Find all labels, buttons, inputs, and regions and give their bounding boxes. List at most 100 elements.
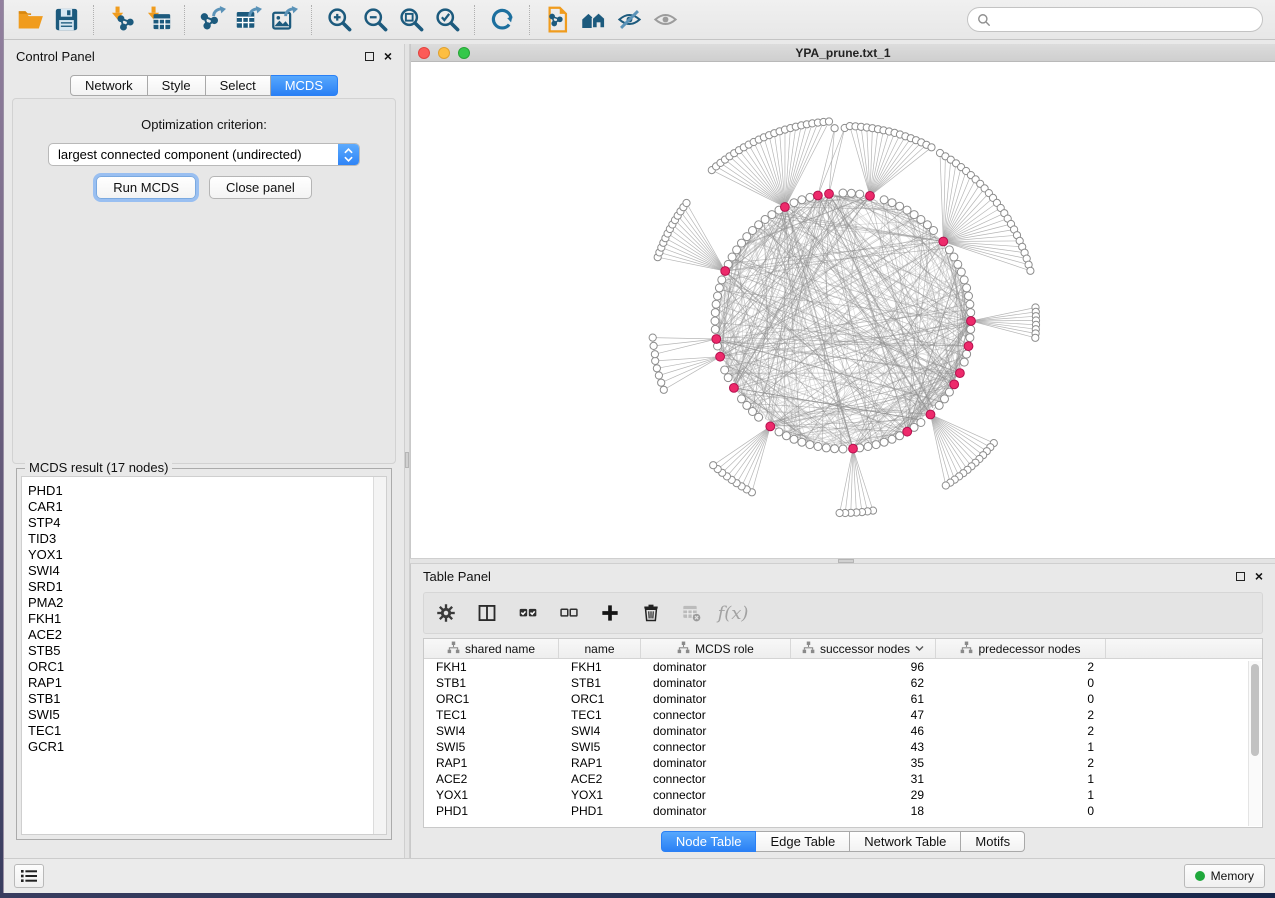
zoom-out-button[interactable] bbox=[357, 3, 393, 37]
column-header-shared-name[interactable]: shared name bbox=[424, 639, 559, 658]
optimization-criterion-select[interactable]: largest connected component (undirected) bbox=[48, 143, 360, 166]
table-row[interactable]: YOX1YOX1connector291 bbox=[424, 787, 1262, 803]
close-panel-icon[interactable]: × bbox=[1255, 572, 1263, 581]
table-cell[interactable]: dominator bbox=[641, 660, 791, 674]
mcds-result-item[interactable]: PMA2 bbox=[28, 595, 386, 611]
table-row[interactable]: ORC1ORC1dominator610 bbox=[424, 691, 1262, 707]
table-cell[interactable]: 35 bbox=[791, 756, 936, 770]
table-cell[interactable]: 0 bbox=[936, 676, 1106, 690]
deselect-all-rows-button[interactable] bbox=[557, 601, 581, 625]
table-cell[interactable]: TEC1 bbox=[559, 708, 641, 722]
table-cell[interactable]: 47 bbox=[791, 708, 936, 722]
table-cell[interactable]: PHD1 bbox=[559, 804, 641, 818]
table-row[interactable]: RAP1RAP1dominator352 bbox=[424, 755, 1262, 771]
mcds-result-item[interactable]: TEC1 bbox=[28, 723, 386, 739]
table-scrollbar-thumb[interactable] bbox=[1251, 664, 1259, 756]
search-box[interactable] bbox=[967, 7, 1263, 32]
table-cell[interactable]: 46 bbox=[791, 724, 936, 738]
mcds-result-item[interactable]: CAR1 bbox=[28, 499, 386, 515]
mcds-result-item[interactable]: STP4 bbox=[28, 515, 386, 531]
zoom-in-button[interactable] bbox=[321, 3, 357, 37]
run-mcds-button[interactable]: Run MCDS bbox=[96, 176, 196, 199]
export-table-button[interactable] bbox=[230, 3, 266, 37]
splitter-grip[interactable] bbox=[405, 452, 409, 468]
delete-row-button[interactable] bbox=[639, 601, 663, 625]
mcds-result-list[interactable]: PHD1CAR1STP4TID3YOX1SWI4SRD1PMA2FKH1ACE2… bbox=[21, 476, 387, 835]
table-cell[interactable]: dominator bbox=[641, 756, 791, 770]
zoom-fit-button[interactable] bbox=[393, 3, 429, 37]
open-file-button[interactable] bbox=[12, 3, 48, 37]
table-row[interactable]: SWI4SWI4dominator462 bbox=[424, 723, 1262, 739]
table-cell[interactable]: TEC1 bbox=[424, 708, 559, 722]
add-row-button[interactable] bbox=[598, 601, 622, 625]
mcds-result-item[interactable]: YOX1 bbox=[28, 547, 386, 563]
tab-motifs[interactable]: Motifs bbox=[961, 831, 1025, 852]
import-network-button[interactable] bbox=[103, 3, 139, 37]
show-all-button[interactable] bbox=[647, 3, 683, 37]
table-cell[interactable]: SWI4 bbox=[559, 724, 641, 738]
network-canvas[interactable] bbox=[411, 62, 1275, 558]
column-header-predecessor-nodes[interactable]: predecessor nodes bbox=[936, 639, 1106, 658]
table-cell[interactable]: 1 bbox=[936, 740, 1106, 754]
table-cell[interactable]: 29 bbox=[791, 788, 936, 802]
table-cell[interactable]: SWI4 bbox=[424, 724, 559, 738]
mcds-result-item[interactable]: SRD1 bbox=[28, 579, 386, 595]
table-cell[interactable]: 1 bbox=[936, 788, 1106, 802]
hide-selected-button[interactable] bbox=[611, 3, 647, 37]
zoom-selected-button[interactable] bbox=[429, 3, 465, 37]
table-cell[interactable]: dominator bbox=[641, 724, 791, 738]
table-cell[interactable]: 0 bbox=[936, 804, 1106, 818]
mcds-result-item[interactable]: TID3 bbox=[28, 531, 386, 547]
table-cell[interactable]: RAP1 bbox=[424, 756, 559, 770]
mcds-result-item[interactable]: SWI4 bbox=[28, 563, 386, 579]
table-cell[interactable]: 2 bbox=[936, 660, 1106, 674]
mcds-result-item[interactable]: ORC1 bbox=[28, 659, 386, 675]
tab-mcds[interactable]: MCDS bbox=[271, 75, 338, 96]
table-cell[interactable]: 1 bbox=[936, 772, 1106, 786]
result-list-scrollbar[interactable] bbox=[373, 477, 386, 834]
tab-style[interactable]: Style bbox=[148, 75, 206, 96]
table-cell[interactable]: ACE2 bbox=[559, 772, 641, 786]
table-cell[interactable]: 31 bbox=[791, 772, 936, 786]
mcds-result-item[interactable]: RAP1 bbox=[28, 675, 386, 691]
table-cell[interactable]: 2 bbox=[936, 756, 1106, 770]
table-cell[interactable]: 18 bbox=[791, 804, 936, 818]
mcds-result-item[interactable]: GCR1 bbox=[28, 739, 386, 755]
table-cell[interactable]: 96 bbox=[791, 660, 936, 674]
table-cell[interactable]: ORC1 bbox=[424, 692, 559, 706]
table-row[interactable]: PHD1PHD1dominator180 bbox=[424, 803, 1262, 819]
table-scrollbar[interactable] bbox=[1248, 661, 1261, 826]
column-header-name[interactable]: name bbox=[559, 639, 641, 658]
table-row[interactable]: FKH1FKH1dominator962 bbox=[424, 659, 1262, 675]
table-cell[interactable]: ACE2 bbox=[424, 772, 559, 786]
tab-network[interactable]: Network bbox=[70, 75, 148, 96]
close-panel-icon[interactable]: × bbox=[384, 52, 392, 61]
table-cell[interactable]: connector bbox=[641, 772, 791, 786]
table-cell[interactable]: connector bbox=[641, 788, 791, 802]
table-cell[interactable]: 62 bbox=[791, 676, 936, 690]
table-cell[interactable]: YOX1 bbox=[424, 788, 559, 802]
table-row[interactable]: TEC1TEC1connector472 bbox=[424, 707, 1262, 723]
close-panel-button[interactable]: Close panel bbox=[209, 176, 312, 199]
mcds-result-item[interactable]: STB1 bbox=[28, 691, 386, 707]
memory-button[interactable]: Memory bbox=[1184, 864, 1265, 888]
mcds-result-item[interactable]: PHD1 bbox=[28, 483, 386, 499]
table-row[interactable]: SWI5SWI5connector431 bbox=[424, 739, 1262, 755]
export-image-button[interactable] bbox=[266, 3, 302, 37]
table-cell[interactable]: STB1 bbox=[424, 676, 559, 690]
table-cell[interactable]: 2 bbox=[936, 708, 1106, 722]
table-cell[interactable]: SWI5 bbox=[559, 740, 641, 754]
table-row[interactable]: STB1STB1dominator620 bbox=[424, 675, 1262, 691]
table-options-gear-button[interactable] bbox=[434, 601, 458, 625]
apply-layout-button[interactable] bbox=[484, 3, 520, 37]
table-cell[interactable]: 2 bbox=[936, 724, 1106, 738]
table-cell[interactable]: connector bbox=[641, 708, 791, 722]
close-window-icon[interactable] bbox=[418, 47, 430, 59]
float-panel-icon[interactable] bbox=[365, 52, 374, 61]
table-cell[interactable]: FKH1 bbox=[559, 660, 641, 674]
float-panel-icon[interactable] bbox=[1236, 572, 1245, 581]
save-session-button[interactable] bbox=[48, 3, 84, 37]
table-cell[interactable]: FKH1 bbox=[424, 660, 559, 674]
mcds-result-item[interactable]: STB5 bbox=[28, 643, 386, 659]
table-cell[interactable]: 61 bbox=[791, 692, 936, 706]
